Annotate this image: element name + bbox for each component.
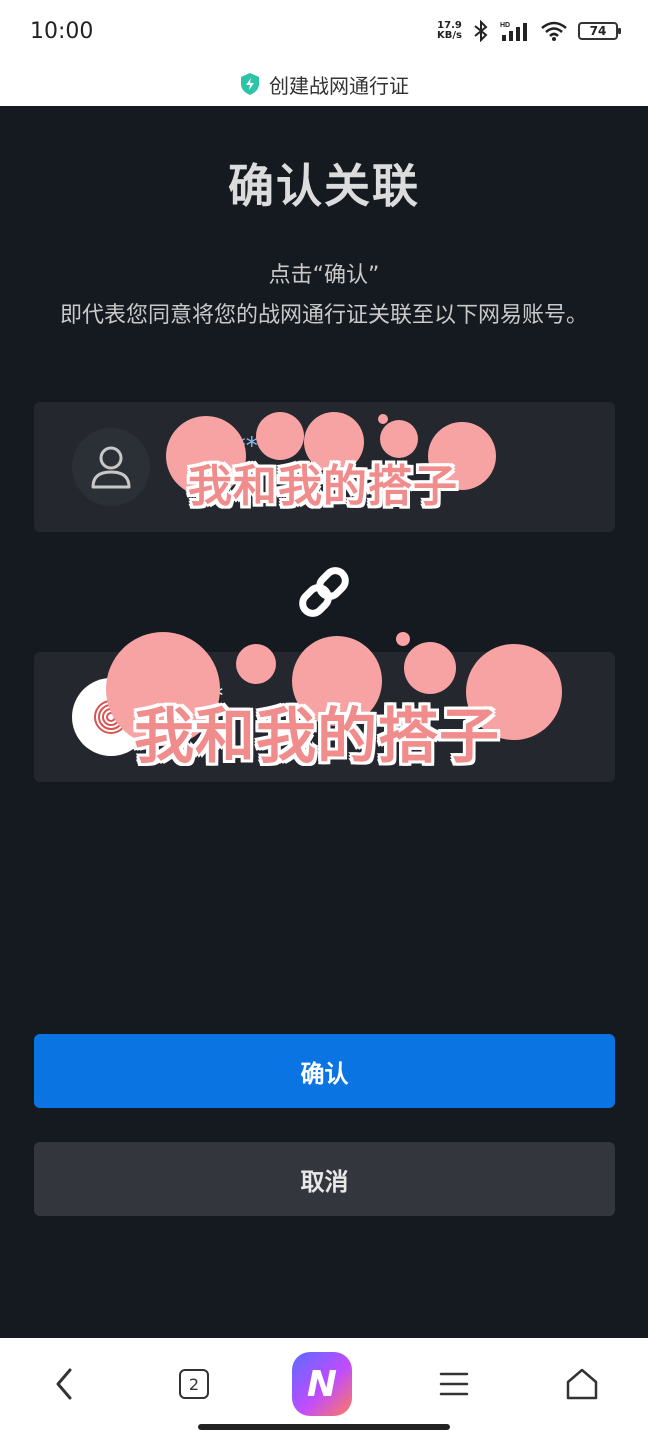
network-speed-unit: KB/s [437, 30, 462, 41]
chevron-left-icon [56, 1368, 72, 1400]
shield-bolt-icon [241, 73, 259, 95]
page-title: 确认关联 [228, 159, 420, 213]
svg-text:HD: HD [500, 22, 510, 29]
cancel-button[interactable]: 取消 [34, 1142, 615, 1216]
app-launcher-button[interactable]: N [292, 1352, 352, 1416]
menu-icon [439, 1372, 469, 1396]
back-button[interactable] [34, 1354, 94, 1414]
page-header: 创建战网通行证 [0, 62, 648, 106]
home-button[interactable] [552, 1354, 612, 1414]
signal-icon: HD [500, 22, 527, 41]
app-logo-icon: N [292, 1352, 352, 1416]
network-speed: 17.9 KB/s [437, 21, 462, 41]
description: 点击“确认” 即代表您同意将您的战网通行证关联至以下网易账号。 [34, 256, 614, 336]
main-content: 确认关联 点击“确认” 即代表您同意将您的战网通行证关联至以下网易账号。 uik… [0, 106, 648, 1338]
home-icon [566, 1368, 598, 1400]
description-line-1: 点击“确认” [268, 263, 380, 288]
tabs-button[interactable]: 2 [164, 1354, 224, 1414]
wifi-icon [541, 21, 567, 41]
bottom-nav: 2 N [0, 1338, 648, 1440]
status-bar: 10:00 17.9 KB/s HD 74 [0, 0, 648, 62]
confirm-button[interactable]: 确认 [34, 1034, 615, 1108]
avatar [72, 678, 150, 756]
bluetooth-icon [474, 20, 488, 42]
netease-account-card: 5** [34, 652, 615, 782]
avatar [72, 428, 150, 506]
home-indicator[interactable] [198, 1424, 450, 1430]
battle-net-account-card: uike***15 m [34, 402, 615, 532]
account-sub: m [184, 476, 202, 497]
user-icon [91, 446, 131, 489]
menu-button[interactable] [424, 1354, 484, 1414]
account-name: uike***15 [184, 432, 301, 460]
header-title: 创建战网通行证 [269, 73, 409, 98]
status-icons: 17.9 KB/s HD 74 [437, 20, 621, 42]
battery-indicator: 74 [578, 22, 621, 40]
account-name: 5** [184, 682, 224, 710]
chain-link-icon [299, 567, 349, 617]
fingerprint-icon [94, 700, 128, 734]
tab-count: 2 [179, 1369, 209, 1399]
description-line-2: 即代表您同意将您的战网通行证关联至以下网易账号。 [59, 303, 588, 328]
status-time: 10:00 [30, 18, 94, 44]
sticker-dot [396, 632, 410, 646]
